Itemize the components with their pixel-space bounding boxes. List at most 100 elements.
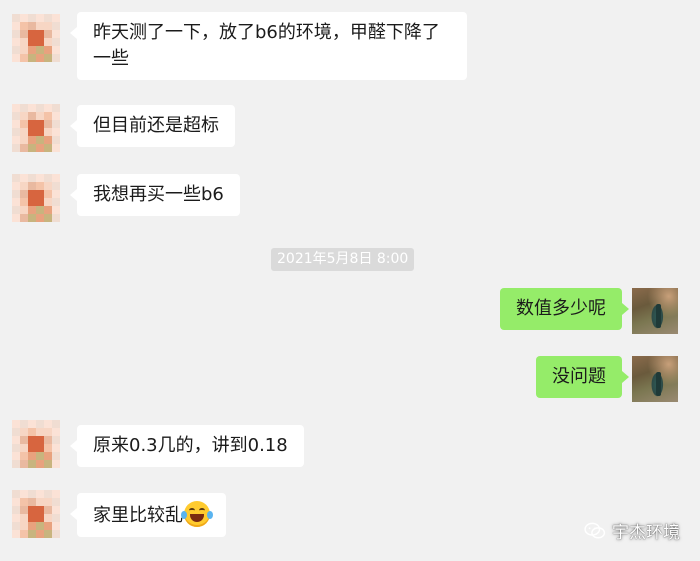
avatar-pixel [28, 420, 36, 428]
message-bubble[interactable]: 我想再买一些b6 [70, 174, 240, 216]
avatar-pixel [28, 428, 36, 436]
message-bubble[interactable]: 原来0.3几的，讲到0.18 [70, 425, 304, 467]
avatar-pixel [44, 182, 52, 190]
avatar-pixel [20, 144, 28, 152]
avatar-pixel [28, 14, 36, 22]
message-bubble[interactable]: 没问题 [536, 356, 629, 398]
avatar-pixel [36, 490, 44, 498]
avatar-pixel [12, 22, 20, 30]
avatar-pixel [52, 452, 60, 460]
avatar-pixel [52, 460, 60, 468]
avatar-pixel [20, 136, 28, 144]
avatar-pixel [12, 174, 20, 182]
avatar-pixel [44, 54, 52, 62]
avatar-pixel [28, 214, 36, 222]
avatar-pixel [12, 128, 20, 136]
avatar-pixel [20, 174, 28, 182]
message-bubble[interactable]: 昨天测了一下，放了b6的环境，甲醛下降了一些 [70, 12, 467, 80]
contact-avatar[interactable] [12, 490, 60, 538]
avatar-pixel [36, 174, 44, 182]
avatar-pixel [44, 436, 52, 444]
avatar-pixel [28, 522, 36, 530]
avatar-pixel [44, 38, 52, 46]
avatar-pixel [28, 444, 36, 452]
avatar-pixel [44, 530, 52, 538]
avatar-pixel [12, 198, 20, 206]
contact-avatar[interactable] [12, 104, 60, 152]
avatar-pixel [52, 182, 60, 190]
avatar-pixel [36, 428, 44, 436]
avatar-pixel [20, 54, 28, 62]
avatar-pixel [44, 514, 52, 522]
avatar-pixel [36, 190, 44, 198]
avatar-pixel [44, 136, 52, 144]
avatar-pixel [52, 420, 60, 428]
contact-avatar[interactable] [12, 174, 60, 222]
avatar-pixel [52, 174, 60, 182]
avatar-pixel [52, 506, 60, 514]
self-avatar[interactable] [632, 356, 678, 402]
avatar-pixel [44, 428, 52, 436]
avatar-pixel [52, 198, 60, 206]
avatar-pixel [20, 522, 28, 530]
avatar-pixel [28, 112, 36, 120]
avatar-pixel [28, 22, 36, 30]
message-bubble[interactable]: 数值多少呢 [500, 288, 629, 330]
avatar-pixel [20, 498, 28, 506]
tree-trunk [656, 304, 661, 328]
avatar-pixel [44, 14, 52, 22]
avatar-pixel [28, 30, 36, 38]
avatar-pixel [12, 120, 20, 128]
avatar-pixel [36, 206, 44, 214]
avatar-pixel [28, 54, 36, 62]
avatar-pixel [20, 452, 28, 460]
avatar-pixel [36, 46, 44, 54]
avatar-pixel [28, 136, 36, 144]
avatar-pixel [52, 206, 60, 214]
message-bubble[interactable]: 家里比较乱 [70, 493, 226, 537]
avatar-pixel [12, 452, 20, 460]
avatar-pixel [44, 498, 52, 506]
avatar-pixel [36, 460, 44, 468]
avatar-pixel [44, 128, 52, 136]
avatar-pixel [36, 54, 44, 62]
avatar-pixel [52, 522, 60, 530]
avatar-pixel [36, 530, 44, 538]
avatar-pixel [52, 22, 60, 30]
avatar-pixel [52, 530, 60, 538]
avatar-pixel [44, 420, 52, 428]
contact-avatar[interactable] [12, 14, 60, 62]
avatar-pixel [28, 104, 36, 112]
contact-avatar[interactable] [12, 420, 60, 468]
avatar-pixel [52, 30, 60, 38]
avatar-pixel [12, 190, 20, 198]
avatar-pixel [12, 30, 20, 38]
avatar-pixel [36, 198, 44, 206]
avatar-pixel [28, 120, 36, 128]
avatar-pixel [44, 144, 52, 152]
avatar-pixel [20, 460, 28, 468]
self-avatar[interactable] [632, 288, 678, 334]
avatar-pixel [44, 206, 52, 214]
avatar-pixel [44, 46, 52, 54]
avatar-pixel [12, 112, 20, 120]
avatar-pixel [36, 514, 44, 522]
avatar-pixel [44, 112, 52, 120]
avatar-pixel [12, 206, 20, 214]
message-bubble[interactable]: 但目前还是超标 [70, 105, 235, 147]
avatar-pixel [44, 444, 52, 452]
avatar-pixel [20, 104, 28, 112]
avatar-pixel [12, 420, 20, 428]
avatar-pixel [44, 30, 52, 38]
avatar-pixel [28, 38, 36, 46]
avatar-pixel [20, 14, 28, 22]
avatar-pixel [20, 38, 28, 46]
avatar-pixel [36, 14, 44, 22]
avatar-pixel [44, 490, 52, 498]
avatar-pixel [28, 490, 36, 498]
avatar-pixel [28, 506, 36, 514]
avatar-pixel [12, 460, 20, 468]
avatar-pixel [28, 182, 36, 190]
avatar-pixel [36, 120, 44, 128]
avatar-pixel [44, 506, 52, 514]
